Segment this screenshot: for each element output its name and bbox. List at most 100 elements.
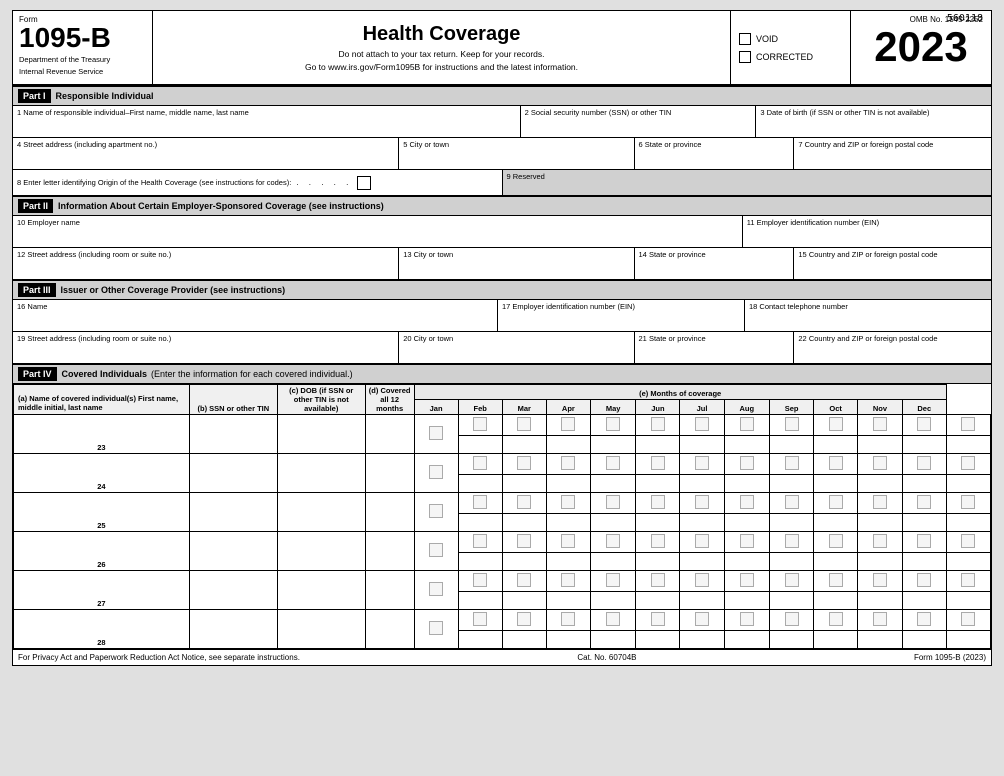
month-dec-25[interactable] <box>946 493 990 514</box>
month-mar-23[interactable] <box>546 415 590 436</box>
month-jan-24[interactable] <box>458 454 502 475</box>
month-apr-23[interactable] <box>590 415 635 436</box>
month-jul-27[interactable] <box>724 571 769 592</box>
month-apr-25[interactable] <box>590 493 635 514</box>
name-input-24-b[interactable] <box>189 475 277 493</box>
month-sep-23[interactable] <box>814 415 858 436</box>
covered-12-27[interactable] <box>414 571 458 610</box>
corrected-checkbox[interactable] <box>739 51 751 63</box>
month-feb-26[interactable] <box>502 532 546 553</box>
month-jun-27[interactable] <box>680 571 724 592</box>
ssn-input-28[interactable] <box>277 610 365 649</box>
month-jun-23[interactable] <box>680 415 724 436</box>
month-feb-28[interactable] <box>502 610 546 631</box>
field-12-input[interactable] <box>17 259 394 277</box>
covered-12-checkbox-23[interactable] <box>429 426 443 440</box>
covered-12-26[interactable] <box>414 532 458 571</box>
month-aug-26[interactable] <box>770 532 814 553</box>
month-mar-24[interactable] <box>546 454 590 475</box>
dob-input-25[interactable] <box>365 493 414 532</box>
dob-input-24[interactable] <box>365 454 414 493</box>
field-5-input[interactable] <box>403 149 629 167</box>
name-input-24[interactable] <box>189 454 277 475</box>
month-jan-23[interactable] <box>458 415 502 436</box>
month-mar-25[interactable] <box>546 493 590 514</box>
month-nov-23[interactable] <box>902 415 946 436</box>
name-input-23-b[interactable] <box>189 436 277 454</box>
dob-input-26[interactable] <box>365 532 414 571</box>
field-1-input[interactable] <box>17 117 516 135</box>
field-18-input[interactable] <box>749 311 987 329</box>
field-14-input[interactable] <box>639 259 790 277</box>
field-8-input[interactable] <box>357 176 371 190</box>
month-jul-23[interactable] <box>724 415 769 436</box>
month-feb-25[interactable] <box>502 493 546 514</box>
month-aug-28[interactable] <box>770 610 814 631</box>
month-sep-28[interactable] <box>814 610 858 631</box>
month-may-25[interactable] <box>636 493 680 514</box>
month-oct-23[interactable] <box>858 415 902 436</box>
void-checkbox[interactable] <box>739 33 751 45</box>
month-oct-27[interactable] <box>858 571 902 592</box>
month-apr-28[interactable] <box>590 610 635 631</box>
field-6-input[interactable] <box>639 149 790 167</box>
covered-12-23[interactable] <box>414 415 458 454</box>
month-jun-26[interactable] <box>680 532 724 553</box>
month-nov-25[interactable] <box>902 493 946 514</box>
covered-12-checkbox-25[interactable] <box>429 504 443 518</box>
month-nov-28[interactable] <box>902 610 946 631</box>
month-jun-28[interactable] <box>680 610 724 631</box>
name-input-26[interactable] <box>189 532 277 553</box>
covered-12-24[interactable] <box>414 454 458 493</box>
field-20-input[interactable] <box>403 343 629 361</box>
month-aug-27[interactable] <box>770 571 814 592</box>
field-4-input[interactable] <box>17 149 394 167</box>
month-may-26[interactable] <box>636 532 680 553</box>
month-may-24[interactable] <box>636 454 680 475</box>
month-nov-24[interactable] <box>902 454 946 475</box>
month-mar-27[interactable] <box>546 571 590 592</box>
month-dec-27[interactable] <box>946 571 990 592</box>
month-jan-27[interactable] <box>458 571 502 592</box>
dob-input-27[interactable] <box>365 571 414 610</box>
month-sep-26[interactable] <box>814 532 858 553</box>
field-19-input[interactable] <box>17 343 394 361</box>
month-jun-24[interactable] <box>680 454 724 475</box>
month-oct-24[interactable] <box>858 454 902 475</box>
month-dec-23[interactable] <box>946 415 990 436</box>
month-feb-23[interactable] <box>502 415 546 436</box>
month-jan-25[interactable] <box>458 493 502 514</box>
month-oct-26[interactable] <box>858 532 902 553</box>
month-may-28[interactable] <box>636 610 680 631</box>
month-oct-28[interactable] <box>858 610 902 631</box>
field-13-input[interactable] <box>403 259 629 277</box>
name-input-25-b[interactable] <box>189 514 277 532</box>
month-aug-25[interactable] <box>770 493 814 514</box>
ssn-input-26[interactable] <box>277 532 365 571</box>
name-input-27[interactable] <box>189 571 277 592</box>
month-jul-25[interactable] <box>724 493 769 514</box>
covered-12-checkbox-27[interactable] <box>429 582 443 596</box>
name-input-26-b[interactable] <box>189 553 277 571</box>
month-nov-26[interactable] <box>902 532 946 553</box>
field-2-input[interactable] <box>525 117 752 135</box>
month-nov-27[interactable] <box>902 571 946 592</box>
name-input-28[interactable] <box>189 610 277 631</box>
covered-12-checkbox-26[interactable] <box>429 543 443 557</box>
month-apr-26[interactable] <box>590 532 635 553</box>
field-16-input[interactable] <box>17 311 493 329</box>
dob-input-23[interactable] <box>365 415 414 454</box>
ssn-input-24[interactable] <box>277 454 365 493</box>
month-may-27[interactable] <box>636 571 680 592</box>
name-input-23[interactable] <box>189 415 277 436</box>
covered-12-checkbox-28[interactable] <box>429 621 443 635</box>
field-17-input[interactable] <box>502 311 740 329</box>
dob-input-28[interactable] <box>365 610 414 649</box>
month-jul-24[interactable] <box>724 454 769 475</box>
month-oct-25[interactable] <box>858 493 902 514</box>
month-feb-24[interactable] <box>502 454 546 475</box>
field-22-input[interactable] <box>798 343 987 361</box>
month-sep-27[interactable] <box>814 571 858 592</box>
name-input-27-b[interactable] <box>189 592 277 610</box>
month-mar-26[interactable] <box>546 532 590 553</box>
